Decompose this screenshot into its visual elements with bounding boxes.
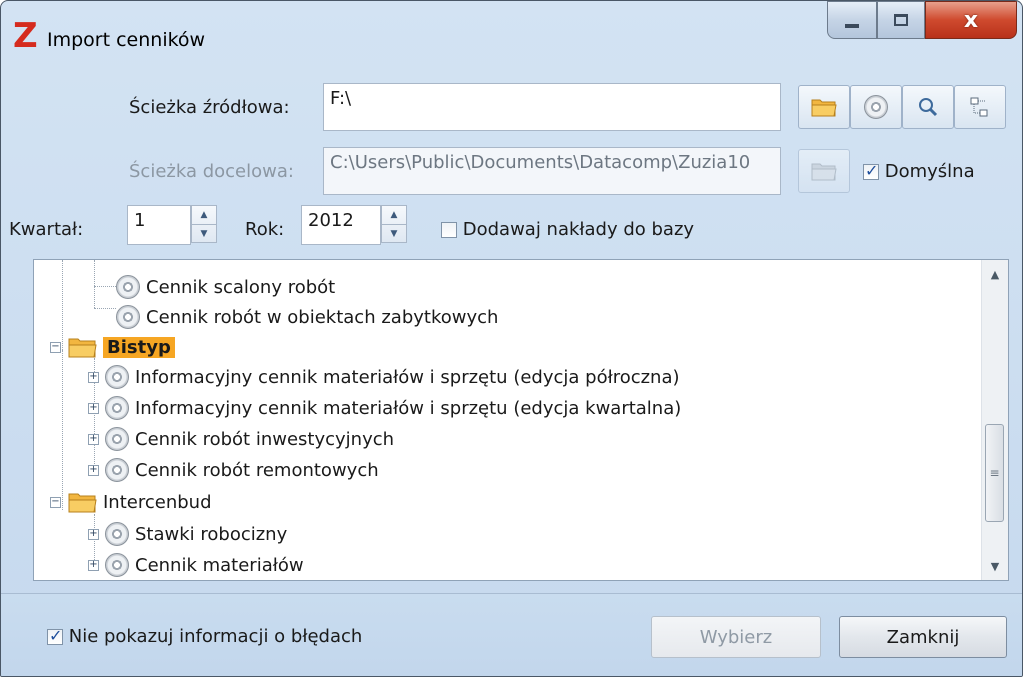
- expand-icon[interactable]: +: [88, 559, 99, 571]
- year-spinner[interactable]: ▲ ▼: [381, 205, 407, 243]
- hide-errors-label: Nie pokazuj informacji o błędach: [68, 626, 363, 647]
- import-dialog: Z Import cenników x Ścieżka źródłowa: F:…: [0, 0, 1023, 677]
- search-icon: [919, 98, 938, 117]
- tree-item-label: Cennik materiałów: [135, 554, 304, 576]
- folder-icon: [68, 338, 97, 358]
- quarter-spinner[interactable]: ▲ ▼: [191, 205, 217, 243]
- tree-item[interactable]: − Intercenbud: [50, 487, 212, 517]
- tree-item[interactable]: + Stawki robocizny: [88, 519, 287, 549]
- tree-structure-icon: [970, 97, 988, 117]
- disc-icon: [105, 458, 129, 482]
- expand-icon[interactable]: +: [88, 528, 99, 540]
- minimize-button[interactable]: [827, 1, 877, 39]
- spin-down-icon[interactable]: ▼: [382, 224, 406, 243]
- folder-icon: [811, 99, 837, 117]
- select-button[interactable]: Wybierz: [651, 616, 821, 658]
- close-button[interactable]: Zamknij: [839, 616, 1007, 658]
- disc-icon: [105, 553, 129, 577]
- expand-icon[interactable]: +: [88, 464, 99, 476]
- hide-errors-check[interactable]: [47, 626, 63, 645]
- tree-item[interactable]: Cennik scalony robót: [116, 272, 335, 302]
- tree-item[interactable]: + Cennik robót remontowych: [88, 455, 379, 485]
- quarter-input[interactable]: 1: [127, 205, 191, 245]
- collapse-icon[interactable]: −: [50, 341, 61, 353]
- expand-icon[interactable]: +: [88, 402, 99, 414]
- spin-up-icon[interactable]: ▲: [382, 206, 406, 224]
- disc-icon: [105, 396, 129, 420]
- tree-item[interactable]: + Informacyjny cennik materiałów i sprzę…: [88, 393, 681, 423]
- title-bar[interactable]: Z Import cenników x: [1, 1, 1022, 75]
- tree-item[interactable]: + Cennik materiałów: [88, 550, 304, 580]
- scroll-thumb[interactable]: ≡: [985, 424, 1004, 522]
- year-input[interactable]: 2012: [301, 205, 381, 245]
- tree-item-label: Cennik robót inwestycyjnych: [135, 428, 395, 450]
- spin-up-icon[interactable]: ▲: [192, 206, 216, 224]
- tree-item-label: Informacyjny cennik materiałów i sprzętu…: [135, 366, 680, 388]
- tree-item-label: Informacyjny cennik materiałów i sprzętu…: [135, 397, 682, 419]
- scroll-up-icon[interactable]: ▲: [982, 262, 1008, 286]
- collapse-icon[interactable]: −: [50, 496, 61, 508]
- source-path-label: Ścieżka źródłowa:: [129, 97, 290, 118]
- scroll-down-icon[interactable]: ▼: [982, 554, 1008, 578]
- tree-item-label: Stawki robocizny: [135, 523, 288, 545]
- default-path-label: Domyślna: [884, 161, 975, 182]
- maximize-icon: [894, 14, 908, 26]
- target-path-label: Ścieżka docelowa:: [129, 161, 294, 182]
- app-logo-icon: Z: [13, 16, 38, 56]
- tree-guide: [94, 308, 116, 309]
- close-icon: x: [963, 7, 979, 33]
- tree-item-label: Cennik scalony robót: [146, 276, 336, 298]
- tree-item-selected[interactable]: − Bistyp: [50, 332, 175, 362]
- search-button[interactable]: [902, 85, 954, 129]
- add-outlays-label: Dodawaj nakłady do bazy: [462, 219, 695, 240]
- minimize-icon: [845, 24, 859, 28]
- maximize-button[interactable]: [877, 1, 925, 39]
- default-path-check[interactable]: [863, 161, 879, 180]
- tree-guide: [94, 260, 95, 308]
- tree-view-button[interactable]: [954, 85, 1006, 129]
- folder-icon: [68, 493, 97, 513]
- tree-item[interactable]: + Informacyjny cennik materiałów i sprzę…: [88, 362, 680, 392]
- disc-icon: [864, 95, 888, 119]
- add-outlays-checkbox[interactable]: Dodawaj nakłady do bazy: [441, 219, 694, 240]
- expand-icon[interactable]: +: [88, 371, 99, 383]
- add-outlays-check[interactable]: [441, 222, 457, 238]
- quarter-label: Kwartał:: [9, 219, 84, 240]
- disc-icon: [105, 365, 129, 389]
- window-title: Import cenników: [47, 29, 206, 51]
- tree-item-label: Cennik robót w obiektach zabytkowych: [146, 306, 499, 328]
- disc-icon: [116, 275, 140, 299]
- expand-icon[interactable]: +: [88, 433, 99, 445]
- tree-guide: [62, 350, 63, 510]
- tree-item[interactable]: Cennik robót w obiektach zabytkowych: [116, 302, 498, 332]
- tree-guide: [94, 286, 116, 287]
- tree-item-label: Intercenbud: [103, 491, 212, 513]
- disc-icon: [105, 522, 129, 546]
- tree-scrollbar[interactable]: ▲ ≡ ▼: [981, 260, 1008, 580]
- tree-item-label: Cennik robót remontowych: [135, 459, 379, 481]
- close-window-button[interactable]: x: [925, 1, 1017, 39]
- browse-cd-button[interactable]: [850, 85, 902, 129]
- browse-source-button[interactable]: [798, 85, 850, 129]
- default-path-checkbox[interactable]: Domyślna: [863, 161, 975, 182]
- footer-bar: Nie pokazuj informacji o błędach Wybierz…: [1, 593, 1022, 676]
- disc-icon: [105, 427, 129, 451]
- pricelist-tree[interactable]: Cennik scalony robót Cennik robót w obie…: [33, 259, 1009, 581]
- year-label: Rok:: [245, 219, 285, 240]
- hide-errors-checkbox[interactable]: Nie pokazuj informacji o błędach: [47, 626, 362, 647]
- source-path-field[interactable]: F:\: [323, 83, 781, 131]
- spin-down-icon[interactable]: ▼: [192, 224, 216, 243]
- folder-icon: [811, 163, 837, 181]
- disc-icon: [116, 305, 140, 329]
- target-path-field[interactable]: C:\Users\Public\Documents\Datacomp\Zuzia…: [323, 147, 781, 195]
- tree-item[interactable]: + Cennik robót inwestycyjnych: [88, 424, 394, 454]
- browse-target-button[interactable]: [798, 149, 850, 193]
- tree-item-label: Bistyp: [103, 336, 175, 358]
